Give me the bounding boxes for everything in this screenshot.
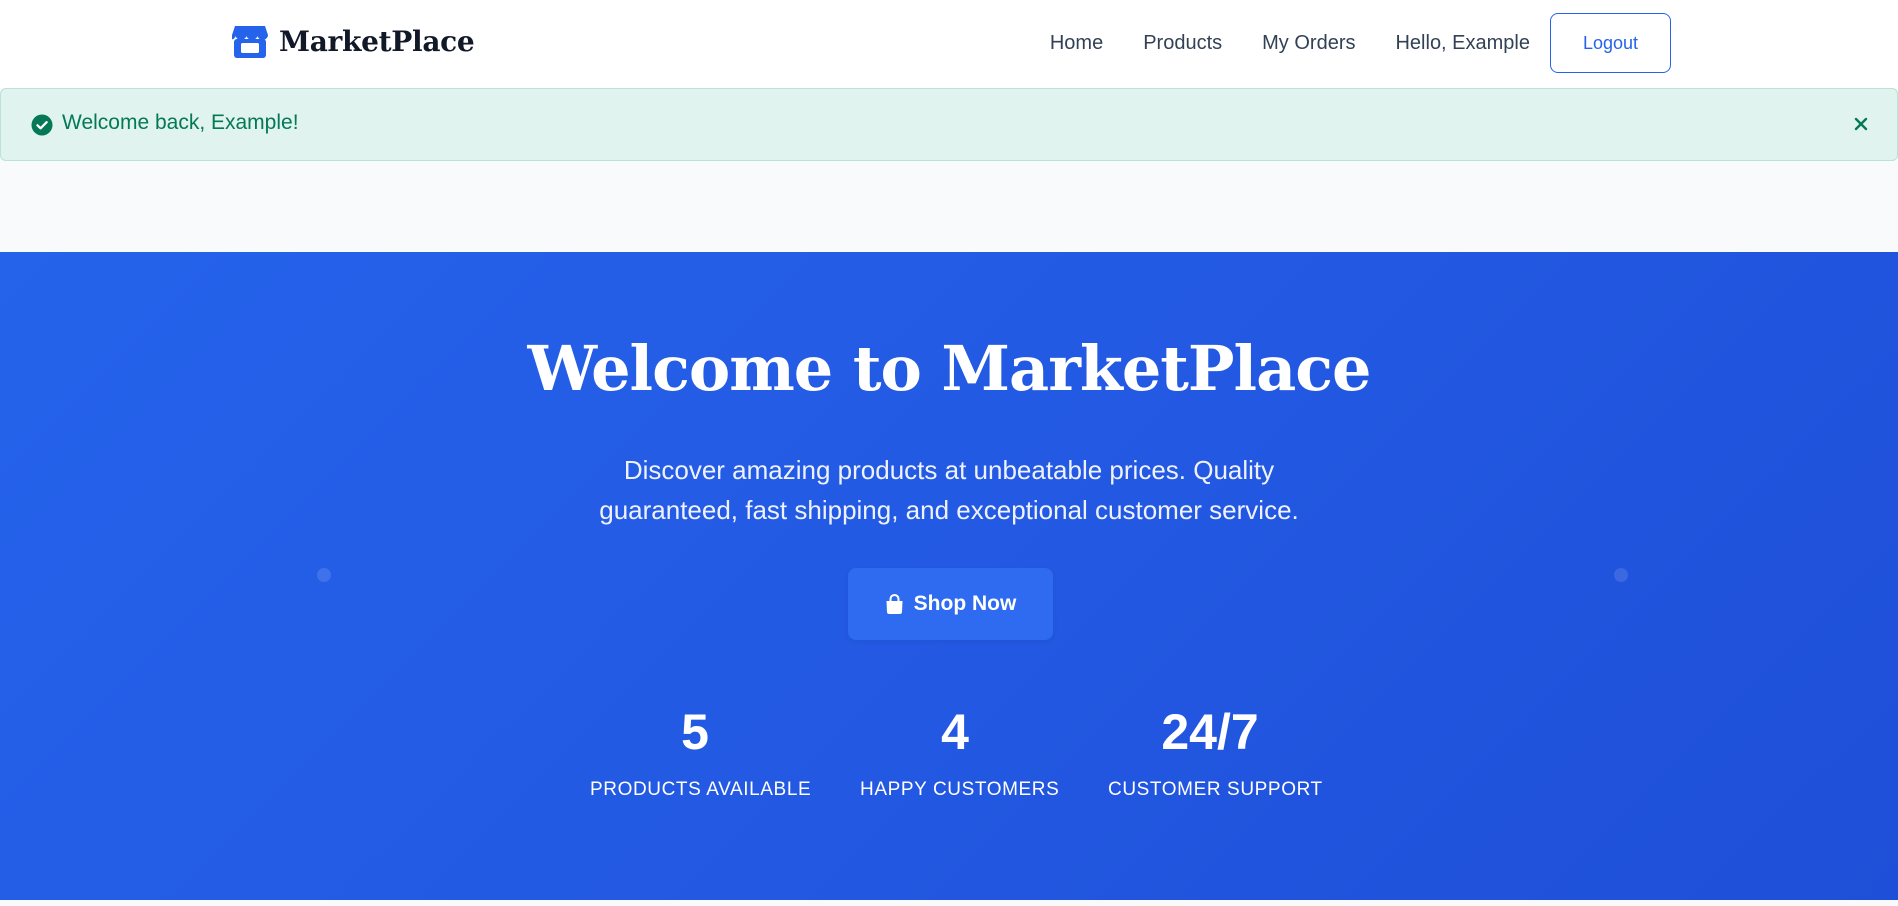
stat-value: 4 <box>941 704 969 760</box>
nav-link-my-orders[interactable]: My Orders <box>1262 32 1355 55</box>
brand-logo-link[interactable]: MarketPlace <box>231 22 475 60</box>
nav-link-products[interactable]: Products <box>1143 32 1222 55</box>
nav-link-home[interactable]: Home <box>1050 32 1103 55</box>
hero-subtitle: Discover amazing products at unbeatable … <box>599 455 1299 525</box>
site-header: MarketPlace Home Products My Orders Hell… <box>0 0 1898 88</box>
stat-label: PRODUCTS AVAILABLE <box>590 779 812 800</box>
brand-name: MarketPlace <box>279 24 475 58</box>
shop-now-label: Shop Now <box>913 592 1017 615</box>
alert-message: Welcome back, Example! <box>62 111 299 134</box>
hero-section: Welcome to MarketPlace Discover amazing … <box>0 252 1898 900</box>
decorative-dot <box>317 568 331 582</box>
hero-title: Welcome to MarketPlace <box>527 332 1372 405</box>
store-icon <box>232 26 268 58</box>
decorative-dot <box>1614 568 1628 582</box>
shop-now-button[interactable]: Shop Now <box>848 568 1053 640</box>
user-greeting: Hello, Example <box>1395 31 1530 54</box>
stat-products-available: 5 PRODUCTS AVAILABLE <box>590 704 812 801</box>
stat-customer-support: 24/7 CUSTOMER SUPPORT <box>1108 704 1323 801</box>
stat-value: 5 <box>681 704 709 760</box>
close-icon <box>1854 117 1868 131</box>
stat-label: HAPPY CUSTOMERS <box>860 779 1060 800</box>
stat-value: 24/7 <box>1161 704 1259 760</box>
shopping-bag-icon <box>886 593 903 614</box>
main-nav: Home Products My Orders Hello, Example L… <box>1050 13 1671 73</box>
stat-label: CUSTOMER SUPPORT <box>1108 779 1323 800</box>
welcome-alert: Welcome back, Example! <box>0 88 1898 161</box>
check-circle-icon <box>31 114 53 136</box>
alert-close-button[interactable] <box>1849 112 1873 136</box>
stat-happy-customers: 4 HAPPY CUSTOMERS <box>860 704 1060 801</box>
logout-button[interactable]: Logout <box>1550 13 1671 73</box>
